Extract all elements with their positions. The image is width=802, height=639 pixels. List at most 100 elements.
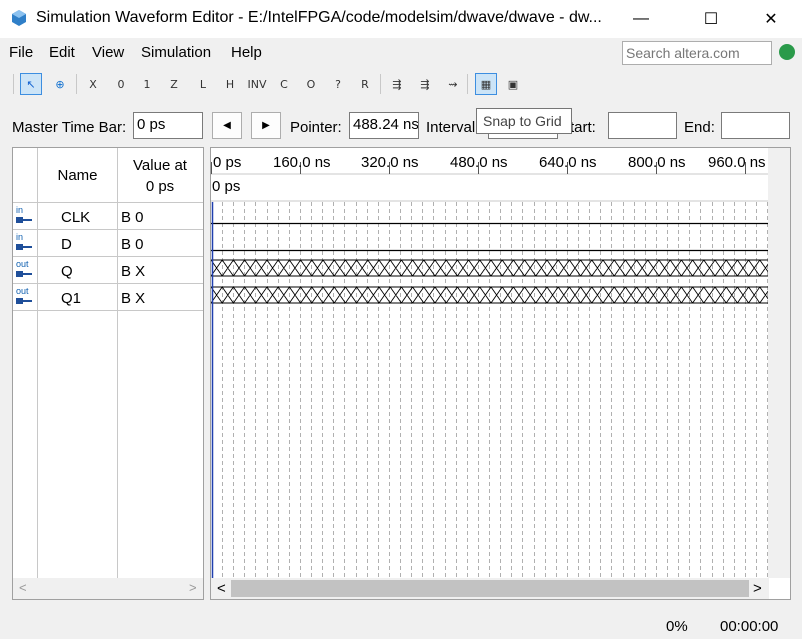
menu-file[interactable]: File <box>9 44 33 61</box>
arbitrary-value-button[interactable]: ? <box>327 73 349 95</box>
scroll-right-icon[interactable]: > <box>753 580 762 597</box>
menu-help[interactable]: Help <box>231 44 262 61</box>
toolbar-separator <box>380 74 381 94</box>
invert-button[interactable]: INV <box>246 73 268 95</box>
functional-simulation-button[interactable]: ⇶ <box>386 73 408 95</box>
end-label: End: <box>684 119 715 136</box>
forcing-low-button[interactable]: 0 <box>110 73 132 95</box>
weak-high-button[interactable]: H <box>219 73 241 95</box>
toolbar-separator <box>76 74 77 94</box>
pin-direction-label: out <box>16 286 29 296</box>
minimize-icon: — <box>633 10 649 27</box>
search-input[interactable]: Search altera.com <box>622 41 772 65</box>
pin-direction-label: out <box>16 259 29 269</box>
sort-button[interactable]: ▣ <box>502 73 524 95</box>
scrollbar-thumb[interactable] <box>231 580 749 597</box>
netlist-button[interactable]: ⇝ <box>442 73 464 95</box>
maximize-icon: ☐ <box>703 11 719 28</box>
selection-tool-icon: ↖ <box>26 77 36 91</box>
overwrite-clock-button[interactable]: O <box>300 73 322 95</box>
signal-row[interactable] <box>13 203 203 229</box>
snap-to-grid-icon: ▦ <box>480 77 492 91</box>
signal-name[interactable]: Q <box>61 263 73 280</box>
menu-simulation[interactable]: Simulation <box>141 44 211 61</box>
name-column-header[interactable]: Name <box>38 167 117 184</box>
time-tick-label: 960.0 ns <box>708 154 766 171</box>
signal-value: B 0 <box>121 236 144 253</box>
horizontal-scrollbar[interactable]: < > <box>211 578 769 599</box>
previous-transition-button[interactable]: ◀ <box>212 112 242 139</box>
snap-to-grid-button[interactable]: ▦ <box>475 73 497 95</box>
master-time-bar-field[interactable]: 0 ps <box>133 112 203 139</box>
row-divider <box>13 310 203 311</box>
random-value-button[interactable]: R <box>354 73 376 95</box>
signal-row[interactable] <box>13 230 203 256</box>
window-title: Simulation Waveform Editor - E:/IntelFPG… <box>36 9 602 26</box>
signal-name[interactable]: D <box>61 236 72 253</box>
input-pin-icon <box>16 217 32 223</box>
signal-value: B X <box>121 290 146 307</box>
close-icon: ✕ <box>764 11 778 28</box>
forcing-high-button[interactable]: 1 <box>136 73 158 95</box>
count-value-button[interactable]: C <box>273 73 295 95</box>
forcing-unknown-button[interactable]: X <box>82 73 104 95</box>
timing-simulation-button[interactable]: ⇶ <box>414 73 436 95</box>
signal-value: B 0 <box>121 209 144 226</box>
forcing-high-icon: 1 <box>143 77 151 91</box>
overwrite-clock-icon: O <box>306 77 316 91</box>
signal-name[interactable]: Q1 <box>61 290 81 307</box>
time-tick-label: 480.0 ns <box>450 154 508 171</box>
start-field <box>608 112 677 139</box>
forcing-unknown-icon: X <box>89 77 97 91</box>
pin-direction-label: in <box>16 205 24 215</box>
signal-value: B X <box>121 263 146 280</box>
maximize-button[interactable]: ☐ <box>688 0 734 38</box>
waveform-canvas[interactable] <box>211 148 768 578</box>
high-impedance-button[interactable]: Z <box>163 73 185 95</box>
time-tick-label: 0 ps <box>213 154 242 171</box>
scroll-left-icon[interactable]: < <box>217 580 226 597</box>
weak-low-button[interactable]: L <box>192 73 214 95</box>
menu-view[interactable]: View <box>92 44 124 61</box>
count-value-icon: C <box>280 77 288 91</box>
progress-status: 0% <box>666 618 688 635</box>
vertical-scrollbar[interactable] <box>768 148 790 578</box>
signal-name[interactable]: CLK <box>61 209 90 226</box>
next-transition-button[interactable]: ▶ <box>251 112 281 139</box>
arrow-right-icon: ▶ <box>262 120 270 131</box>
signal-row[interactable] <box>13 284 203 310</box>
signal-row[interactable] <box>13 257 203 283</box>
globe-icon[interactable] <box>779 44 795 60</box>
selection-tool-button[interactable]: ↖ <box>20 73 42 95</box>
master-time-bar-label: Master Time Bar: <box>12 119 127 136</box>
weak-high-icon: H <box>225 77 235 91</box>
menu-edit[interactable]: Edit <box>49 44 75 61</box>
random-value-icon: R <box>361 77 369 91</box>
arbitrary-value-icon: ? <box>335 77 341 91</box>
invert-icon: INV <box>247 77 267 91</box>
snap-to-grid-tooltip: Snap to Grid <box>476 108 572 134</box>
elapsed-time: 00:00:00 <box>720 618 779 635</box>
pin-direction-label: in <box>16 232 24 242</box>
weak-low-icon: L <box>199 77 207 91</box>
sort-icon: ▣ <box>507 77 519 91</box>
forcing-low-icon: 0 <box>117 77 125 91</box>
input-pin-icon <box>16 244 32 250</box>
interval-label: Interval <box>426 119 476 136</box>
close-button[interactable]: ✕ <box>748 0 794 38</box>
value-column-header-line2: 0 ps <box>145 178 175 195</box>
app-icon <box>12 10 26 26</box>
functional-simulation-icon: ⇶ <box>392 77 402 91</box>
arrow-left-icon: ◀ <box>223 120 231 131</box>
zoom-tool-button[interactable]: ⊕ <box>49 73 71 95</box>
high-impedance-icon: Z <box>170 77 178 91</box>
scroll-left-icon: < <box>19 580 27 595</box>
time-tick-label: 640.0 ns <box>539 154 597 171</box>
start-label: tart: <box>570 119 596 136</box>
pointer-field: 488.24 ns <box>349 112 419 139</box>
cursor-label: 0 ps <box>212 178 241 195</box>
minimize-button[interactable]: — <box>618 0 664 38</box>
pointer-label: Pointer: <box>290 119 342 136</box>
table-scrollbar[interactable]: < > <box>13 578 203 599</box>
timing-simulation-icon: ⇶ <box>420 77 430 91</box>
